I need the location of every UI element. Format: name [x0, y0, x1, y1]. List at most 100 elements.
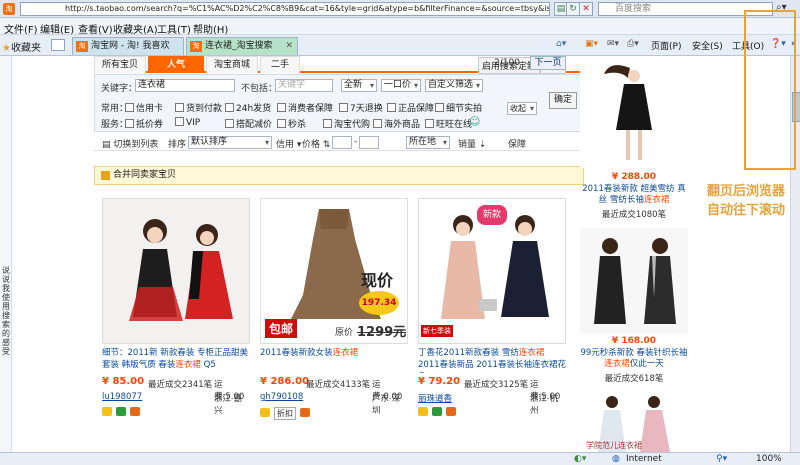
menu-view[interactable]: 查看(V) — [78, 21, 113, 36]
confirm-button[interactable]: 确定 — [549, 92, 577, 109]
checkbox-cod[interactable]: 货到付款 — [175, 101, 222, 114]
checkbox-consumer-protect[interactable]: 消费者保障 — [277, 101, 333, 114]
price-type-select[interactable]: 一口价 — [381, 79, 421, 92]
tab-label: 淘宝网 - 淘! 我喜欢 — [91, 41, 170, 51]
quick-tabs-icon[interactable] — [51, 39, 65, 51]
sort-sales[interactable]: 销量 ⇣ — [458, 137, 486, 150]
checkbox-vip[interactable]: VIP — [175, 117, 200, 128]
seller-link[interactable]: gh790108 — [260, 392, 303, 402]
menu-help[interactable]: 帮助(H) — [193, 21, 228, 36]
product-title[interactable]: 2011春装新款女装连衣裙 — [260, 347, 408, 373]
checkbox-24h[interactable]: 24h发货 — [225, 101, 271, 114]
home-icon[interactable]: ⌂▾ — [556, 39, 566, 49]
condition-select[interactable]: 全新 — [341, 79, 377, 92]
feeds-icon[interactable]: ▣▾ — [585, 39, 598, 49]
sort-credit[interactable]: 信用 ▾ — [276, 137, 301, 150]
option-label: 货到付款 — [186, 104, 223, 114]
menu-tools[interactable]: 工具(T) — [157, 21, 191, 36]
guarantee-filter[interactable]: 保障 — [508, 137, 526, 150]
product-image[interactable]: 新款 新七季装 — [418, 198, 566, 344]
checkbox-credit-card[interactable]: 信用卡 — [125, 101, 163, 114]
collapse-toggle[interactable]: 收起 — [507, 102, 537, 115]
price-min-input[interactable] — [332, 136, 352, 149]
seller-link[interactable]: 丽珠道香 — [418, 392, 452, 404]
product-card[interactable]: 现价 197.34 包邮 原价 1299元 2011春装新款女装连衣裙 ¥ 28… — [260, 198, 408, 420]
stop-icon[interactable]: ✕ — [579, 2, 593, 16]
new-badge: 新款 — [477, 205, 507, 225]
feedback-text: 说说我使用搜索的感受 — [2, 266, 10, 356]
page-menu[interactable]: 页面(P) — [651, 39, 681, 52]
side-product-title[interactable]: 99元秒杀新款 春装针织长袖 连衣裙仅此一天 — [580, 348, 688, 370]
option-label: VIP — [186, 118, 201, 128]
product-location: 浙江 嘉兴 — [214, 394, 243, 416]
next-page-button[interactable]: 下一页 — [530, 56, 566, 70]
sort-price[interactable]: 价格 ⇅ — [302, 137, 330, 150]
tab-second-hand[interactable]: 二手 — [260, 56, 300, 73]
option-label: 正品保障 — [398, 104, 435, 114]
merge-text: 合并同卖家宝贝 — [113, 170, 177, 180]
price-tag: 197.34 — [359, 291, 399, 315]
sales-label: 销量 — [458, 140, 477, 150]
product-sold: 最近成交3125笔 — [464, 380, 529, 390]
side-product-title[interactable]: 2011春装新款 超美雪纺 真丝 雪纺长袖连衣裙 — [580, 184, 688, 206]
checkbox-flash-sale[interactable]: 秒杀 — [277, 117, 306, 130]
product-card[interactable]: 新款 新七季装 丁香花2011新款春装 雪纺连衣裙 2011春装新品 2011春… — [418, 198, 566, 420]
sort-select[interactable]: 默认排序 — [188, 136, 272, 149]
checkbox-wangwang-online[interactable]: 旺旺在线 — [425, 117, 472, 130]
close-tab-icon[interactable]: ✕ — [285, 38, 293, 55]
location-select[interactable]: 所在地 — [406, 136, 450, 149]
keyword-input[interactable]: 连衣裙 — [135, 79, 235, 92]
tab-tmall[interactable]: 淘宝商城 — [206, 56, 258, 73]
common-label: 常用： — [101, 104, 129, 114]
safety-menu[interactable]: 安全(S) — [692, 39, 723, 52]
checkbox-overseas[interactable]: 海外商品 — [373, 117, 420, 130]
print-icon[interactable]: ⎙▾ — [627, 39, 639, 49]
refresh-icon[interactable]: ↻ — [566, 2, 580, 16]
menu-edit[interactable]: 编辑(E) — [40, 21, 74, 36]
checkbox-coupon[interactable]: 抵价券 — [125, 117, 163, 130]
consumer-protect-icon — [418, 407, 428, 416]
page-content: 所有宝贝 人气 淘宝商城 二手 启用搜索定制 设置 2/100 下一页 关键字：… — [12, 56, 800, 452]
menu-favorites[interactable]: 收藏夹(A) — [113, 21, 158, 36]
zoom-level[interactable]: 100% — [756, 454, 782, 464]
product-card[interactable]: 细节：2011新 新款春装 专柜正品甜美套装 韩版气质 春装连衣裙 Q5 ¥ 8… — [102, 198, 250, 420]
checkbox-7day-return[interactable]: 7天退换 — [339, 101, 383, 114]
checkbox-bundle-discount[interactable]: 搭配减价 — [225, 117, 272, 130]
tab-dress-search[interactable]: 淘连衣裙_淘宝搜索 ✕ — [186, 37, 298, 55]
menu-file[interactable]: 文件(F) — [4, 21, 38, 36]
genuine-icon — [300, 408, 310, 417]
product-badges — [102, 407, 144, 419]
mail-icon[interactable]: ✉▾ — [607, 39, 619, 49]
tab-taobao-home[interactable]: 淘淘宝网 - 淘! 我喜欢 — [72, 37, 184, 55]
seller-link[interactable]: lu198077 — [102, 392, 142, 402]
custom-filter-select[interactable]: 自定义筛选 — [425, 79, 483, 92]
exclude-input[interactable]: 关键字 — [275, 79, 333, 92]
status-bar: ◐▾ ◍ Internet ⚲▾ 100% — [0, 452, 800, 465]
title-text: 99元秒杀新款 春装针织长袖 — [580, 348, 688, 358]
product-title[interactable]: 细节：2011新 新款春装 专柜正品甜美套装 韩版气质 春装连衣裙 Q5 — [102, 347, 250, 373]
side-product-image[interactable] — [580, 60, 688, 168]
checkbox-genuine[interactable]: 正品保障 — [387, 101, 434, 114]
product-photo — [103, 199, 249, 343]
checkbox-detail-photos[interactable]: 细节实拍 — [435, 101, 482, 114]
side-product-price: ¥ 288.00 — [611, 172, 657, 182]
checkbox-proxy-buy[interactable]: 淘宝代购 — [323, 117, 370, 130]
star-icon: ★ — [2, 43, 11, 54]
season-badge: 新七季装 — [421, 325, 453, 337]
product-image[interactable]: 现价 197.34 包邮 原价 1299元 — [260, 198, 408, 344]
original-price: 1299元 — [357, 325, 407, 340]
side-product-image[interactable]: 学院范儿连衣裙 — [580, 392, 688, 452]
product-title[interactable]: 丁香花2011新款春装 雪纺连衣裙 2011春装新品 2011春装长袖连衣裙花色 — [418, 347, 566, 373]
merge-seller-notice[interactable]: 合并同卖家宝贝 — [94, 166, 584, 185]
sort-bar: ▤ 切换到列表 排序 默认排序 信用 ▾ 价格 ⇅ - 所在地 销量 ⇣ 保障 — [94, 133, 584, 151]
list-view-button[interactable]: ▤ 切换到列表 — [102, 137, 158, 150]
favorites-button[interactable]: ★收藏夹 — [2, 39, 41, 54]
url-field[interactable]: http://s.taobao.com/search?q=%C1%AC%D2%C… — [20, 2, 550, 16]
side-product-image[interactable] — [580, 228, 688, 334]
tab-all-items[interactable]: 所有宝贝 — [94, 56, 146, 73]
feedback-sidebar[interactable]: 说说我使用搜索的感受 — [0, 56, 12, 452]
site-favicon: 淘 — [3, 3, 15, 15]
product-image[interactable] — [102, 198, 250, 344]
tab-popular[interactable]: 人气 — [148, 56, 204, 73]
price-max-input[interactable] — [359, 136, 379, 149]
